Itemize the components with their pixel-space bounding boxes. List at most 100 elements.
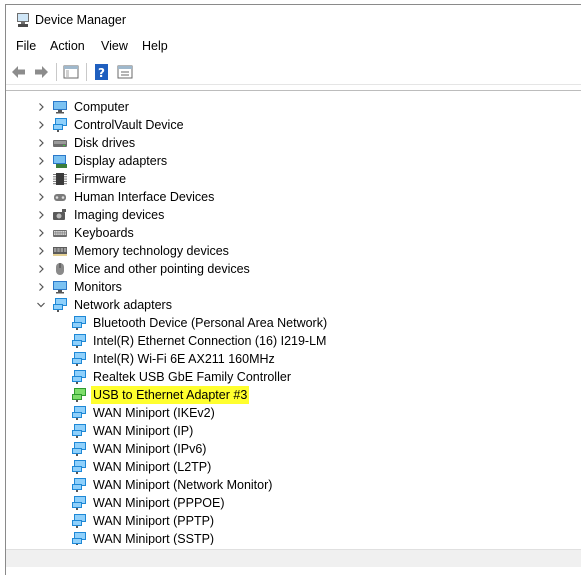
tree-category-human-interface-devices[interactable]: Human Interface Devices xyxy=(6,188,581,206)
tree-category-firmware[interactable]: Firmware xyxy=(6,170,581,188)
network-adapter-item[interactable]: Intel(R) Ethernet Connection (16) I219-L… xyxy=(6,332,581,350)
network-adapter-icon xyxy=(72,406,86,420)
tree-category-memory-technology-devices[interactable]: Memory technology devices xyxy=(6,242,581,260)
device-label: WAN Miniport (IP) xyxy=(93,424,194,438)
network-adapter-item[interactable]: WAN Miniport (PPPOE) xyxy=(6,494,581,512)
window-title: Device Manager xyxy=(35,13,127,27)
computer-icon xyxy=(53,101,67,114)
network-adapter-icon xyxy=(72,316,86,330)
device-label: WAN Miniport (IKEv2) xyxy=(93,406,215,420)
network-adapter-item[interactable]: WAN Miniport (Network Monitor) xyxy=(6,476,581,494)
device-label: Computer xyxy=(74,100,129,114)
chevron-right-icon[interactable] xyxy=(36,134,46,152)
chevron-right-icon[interactable] xyxy=(36,278,46,296)
network-adapter-item[interactable]: WAN Miniport (PPTP) xyxy=(6,512,581,530)
title-bar: Device Manager xyxy=(6,5,581,35)
tree-category-network-adapters[interactable]: Network adapters xyxy=(6,296,581,314)
network-adapter-icon xyxy=(72,370,86,384)
toolbar-separator xyxy=(86,63,87,81)
network-adapter-icon xyxy=(72,442,86,456)
svg-text:?: ? xyxy=(98,66,105,80)
chevron-right-icon[interactable] xyxy=(36,116,46,134)
adapter-green-icon xyxy=(72,388,86,402)
back-arrow-icon[interactable] xyxy=(10,63,28,81)
network-adapter-icon xyxy=(72,352,86,366)
chevron-right-icon[interactable] xyxy=(36,188,46,206)
device-label: Firmware xyxy=(74,172,127,186)
chevron-right-icon[interactable] xyxy=(36,152,46,170)
hid-icon xyxy=(54,194,66,201)
network-adapter-item[interactable]: WAN Miniport (IKEv2) xyxy=(6,404,581,422)
network-adapter-item[interactable]: WAN Miniport (IP) xyxy=(6,422,581,440)
network-adapter-icon xyxy=(72,460,86,474)
device-label: WAN Miniport (Network Monitor) xyxy=(93,478,273,492)
network-icon xyxy=(53,118,67,132)
menu-help[interactable]: Help xyxy=(140,39,170,53)
memory-icon xyxy=(53,247,67,256)
device-label: Imaging devices xyxy=(74,208,165,222)
device-label: Realtek USB GbE Family Controller xyxy=(93,370,291,384)
disk-drive-icon xyxy=(53,140,67,147)
device-label: WAN Miniport (PPPOE) xyxy=(93,496,225,510)
device-manager-window: Device Manager File Action View Help ? C… xyxy=(5,4,581,575)
tree-category-controlvault-device[interactable]: ControlVault Device xyxy=(6,116,581,134)
mouse-icon xyxy=(56,263,64,275)
device-label: WAN Miniport (SSTP) xyxy=(93,532,215,545)
network-adapter-icon xyxy=(72,478,86,492)
chevron-right-icon[interactable] xyxy=(36,206,46,224)
horizontal-scrollbar[interactable] xyxy=(6,549,581,567)
device-label: Memory technology devices xyxy=(74,244,229,258)
forward-arrow-icon[interactable] xyxy=(32,63,50,81)
chevron-right-icon[interactable] xyxy=(36,170,46,188)
device-label: Display adapters xyxy=(74,154,168,168)
firmware-icon xyxy=(53,173,67,185)
menu-view[interactable]: View xyxy=(99,39,130,53)
menu-file[interactable]: File xyxy=(14,39,38,53)
device-label: WAN Miniport (PPTP) xyxy=(93,514,215,528)
chevron-right-icon[interactable] xyxy=(36,242,46,260)
device-label: ControlVault Device xyxy=(74,118,184,132)
monitor-icon xyxy=(53,281,67,294)
network-adapter-icon xyxy=(72,514,86,528)
tree-category-disk-drives[interactable]: Disk drives xyxy=(6,134,581,152)
network-adapter-item[interactable]: Realtek USB GbE Family Controller xyxy=(6,368,581,386)
tree-category-monitors[interactable]: Monitors xyxy=(6,278,581,296)
show-hide-console-tree-icon[interactable] xyxy=(62,63,80,81)
network-adapter-item[interactable]: Intel(R) Wi-Fi 6E AX211 160MHz xyxy=(6,350,581,368)
device-label: Mice and other pointing devices xyxy=(74,262,250,276)
help-icon[interactable]: ? xyxy=(93,63,111,81)
chevron-right-icon[interactable] xyxy=(36,224,46,242)
device-label: Disk drives xyxy=(74,136,136,150)
tree-category-computer[interactable]: Computer xyxy=(6,98,581,116)
device-label: Intel(R) Wi-Fi 6E AX211 160MHz xyxy=(93,352,275,366)
chevron-down-icon[interactable] xyxy=(36,296,46,314)
tree-category-imaging-devices[interactable]: Imaging devices xyxy=(6,206,581,224)
network-adapter-item[interactable]: USB to Ethernet Adapter #3 xyxy=(6,386,581,404)
highlighted-device-label: USB to Ethernet Adapter #3 xyxy=(91,386,250,404)
tree-category-keyboards[interactable]: Keyboards xyxy=(6,224,581,242)
device-label: Intel(R) Ethernet Connection (16) I219-L… xyxy=(93,334,327,348)
tree-category-mice-and-other-pointing-devices[interactable]: Mice and other pointing devices xyxy=(6,260,581,278)
device-label: Bluetooth Device (Personal Area Network) xyxy=(93,316,328,330)
properties-icon[interactable] xyxy=(116,63,134,81)
device-label: Network adapters xyxy=(74,298,172,312)
chevron-right-icon[interactable] xyxy=(36,98,46,116)
network-adapter-item[interactable]: Bluetooth Device (Personal Area Network) xyxy=(6,314,581,332)
network-adapter-item[interactable]: WAN Miniport (SSTP) xyxy=(6,530,581,545)
network-adapter-item[interactable]: WAN Miniport (IPv6) xyxy=(6,440,581,458)
network-adapter-icon xyxy=(72,496,86,510)
chevron-right-icon[interactable] xyxy=(36,260,46,278)
menu-bar: File Action View Help xyxy=(6,36,581,58)
display-adapter-icon xyxy=(53,155,67,168)
tree-category-display-adapters[interactable]: Display adapters xyxy=(6,152,581,170)
device-label: WAN Miniport (IPv6) xyxy=(93,442,207,456)
device-label: Keyboards xyxy=(74,226,134,240)
network-adapter-icon xyxy=(72,334,86,348)
network-adapter-item[interactable]: WAN Miniport (L2TP) xyxy=(6,458,581,476)
device-tree[interactable]: Computer ControlVault Device Disk drives Di… xyxy=(6,90,581,545)
device-label: Human Interface Devices xyxy=(74,190,215,204)
network-adapter-icon xyxy=(72,424,86,438)
menu-action[interactable]: Action xyxy=(48,39,87,53)
device-label: WAN Miniport (L2TP) xyxy=(93,460,212,474)
network-adapter-icon xyxy=(72,532,86,545)
